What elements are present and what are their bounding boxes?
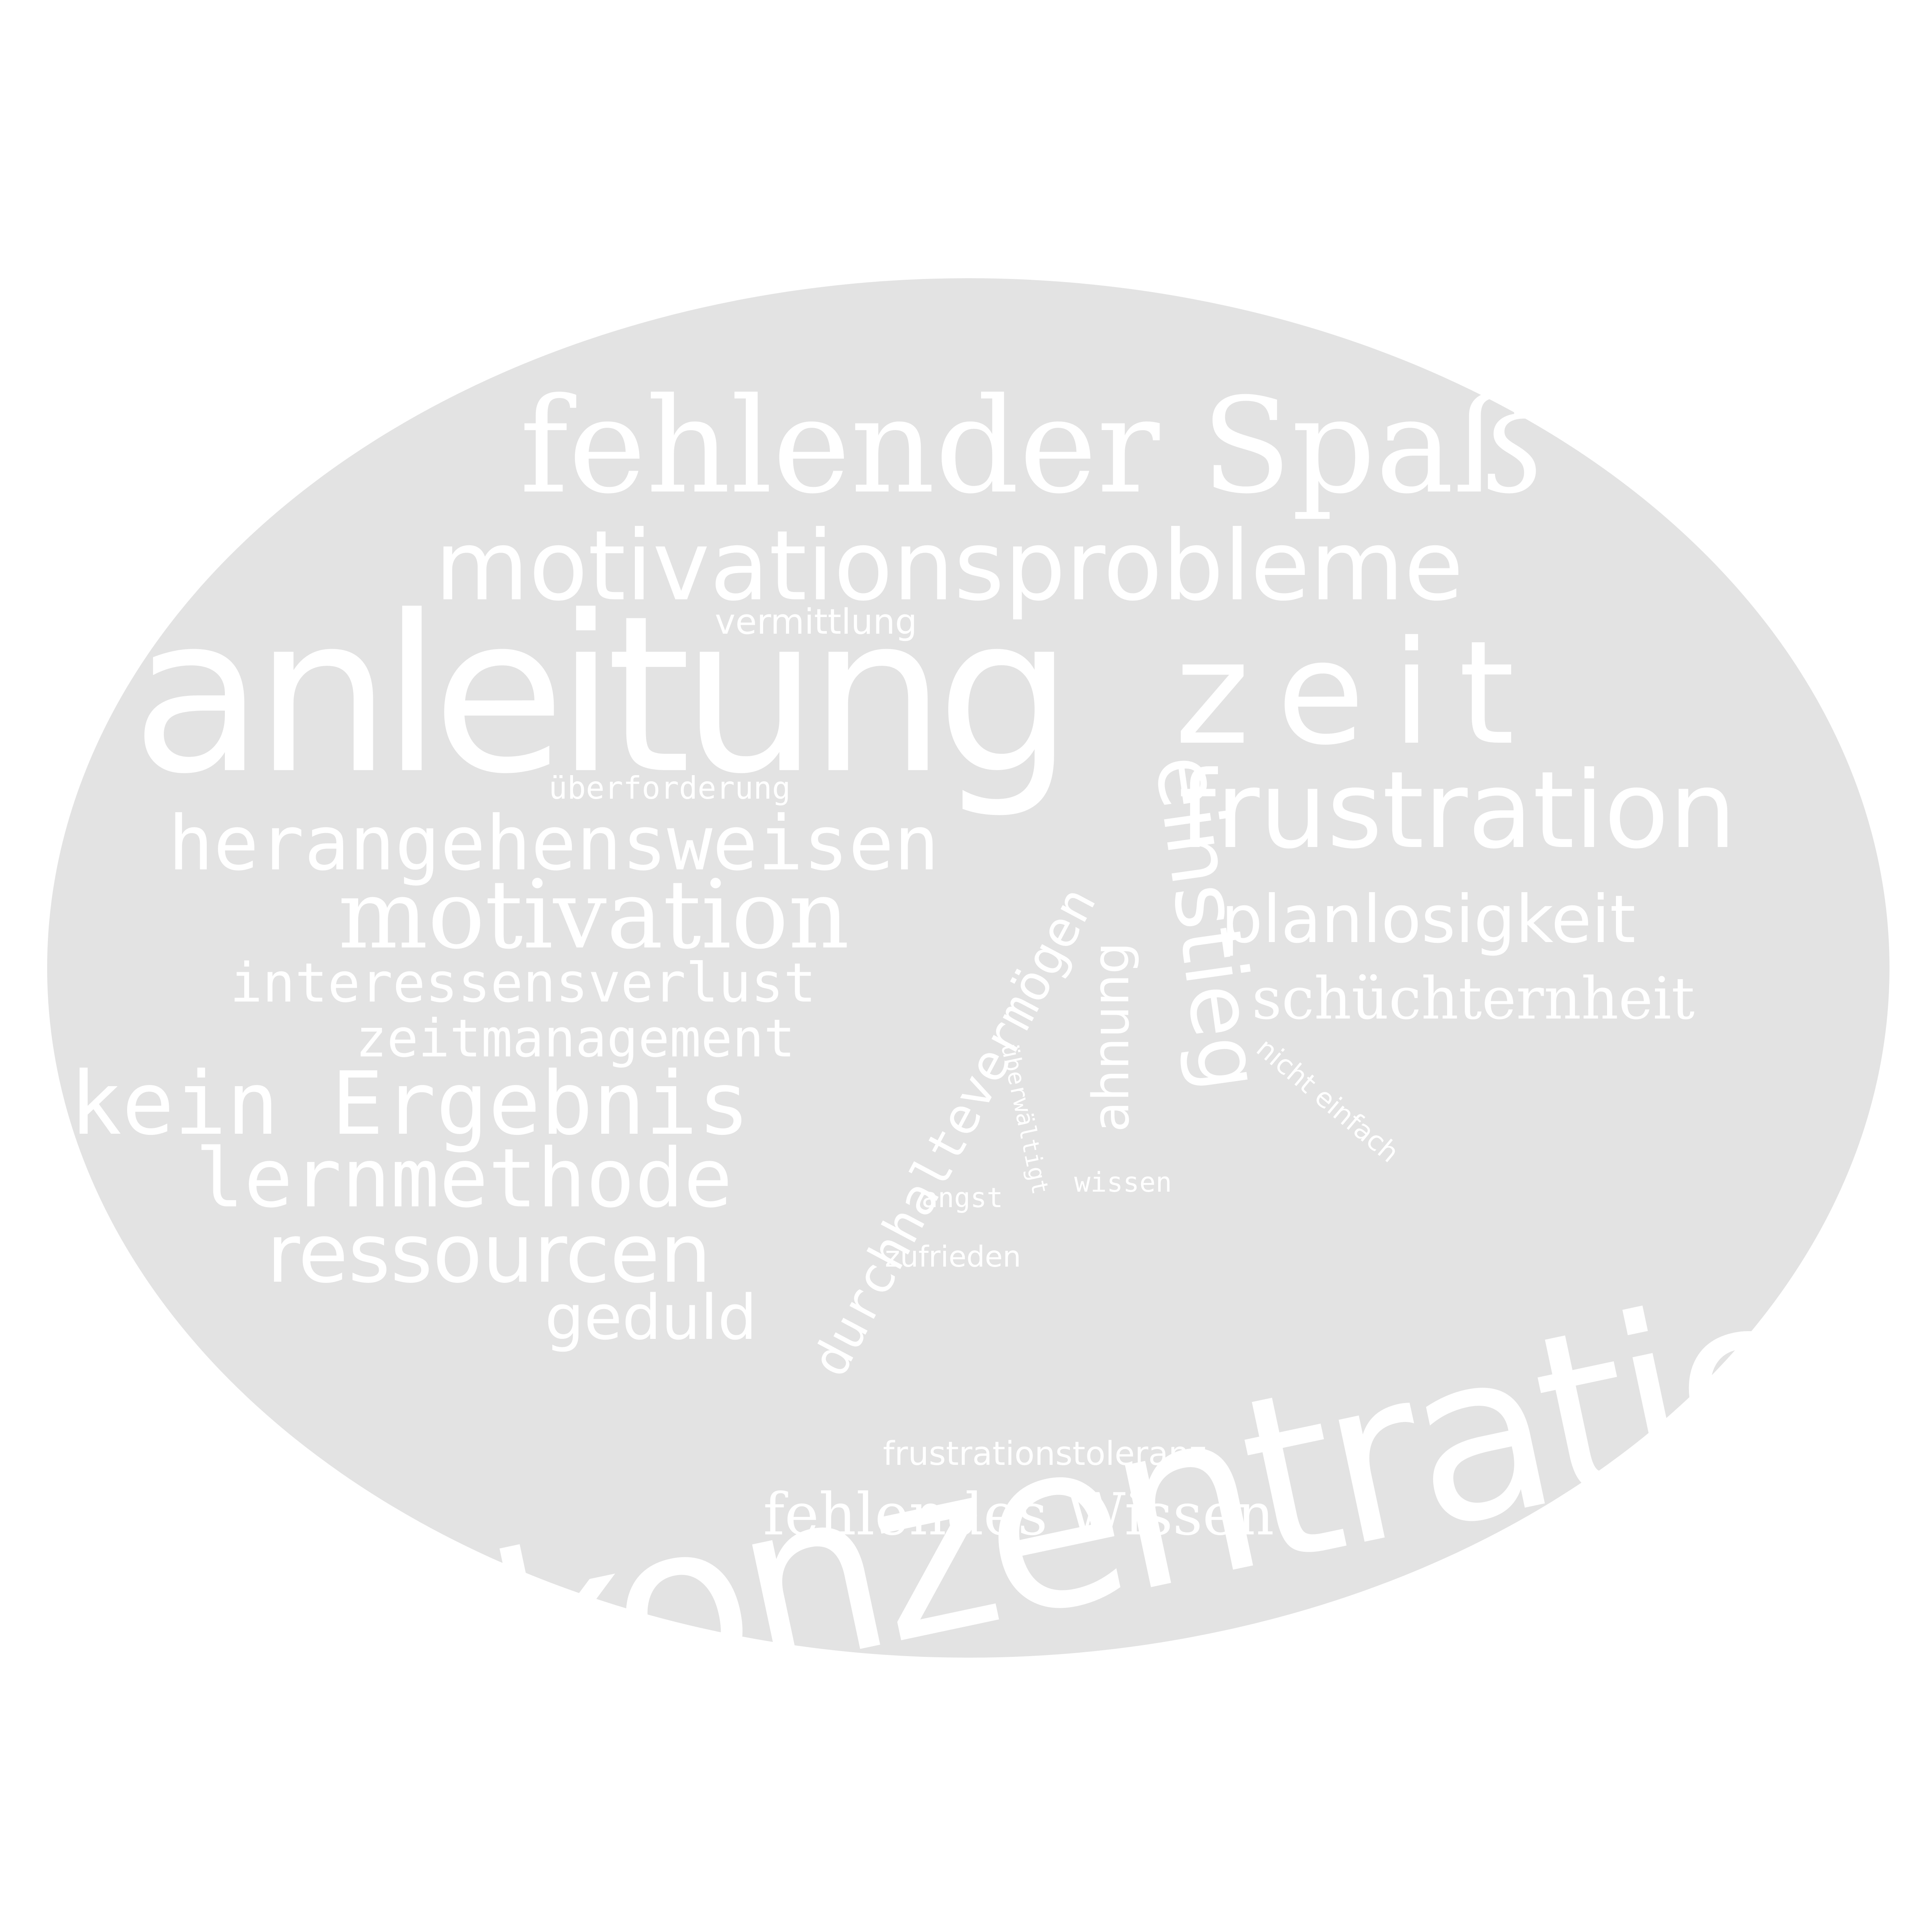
- word-zeit: zeit: [1175, 611, 1542, 777]
- word-frustrationstoleranz: frustrationstoleranz: [883, 1435, 1207, 1473]
- word-ahnung: ahnung: [1082, 942, 1140, 1132]
- word-frustration: frustration: [1179, 748, 1736, 872]
- word-planlosigkeit: planlosigkeit: [1221, 881, 1636, 958]
- word-interessensverlust: interessensverlust: [230, 952, 816, 1015]
- word-fehlendes-wissen: fehlendes Wissen: [763, 1481, 1274, 1548]
- word-wissen: wissen: [1074, 1167, 1172, 1198]
- word-cloud: fehlender Spaß motivationsprobleme vermi…: [0, 0, 1932, 1932]
- word-fehlender-spass: fehlender Spaß: [520, 370, 1542, 523]
- word-zufrieden: zufrieden: [885, 1240, 1021, 1274]
- word-motivation: motivation: [338, 860, 850, 970]
- word-ueberforderung: überforderung: [549, 770, 791, 806]
- word-angst: angst: [922, 1182, 1003, 1214]
- word-geduld: geduld: [545, 1281, 757, 1354]
- word-schuechternheit: schüchternheit: [1252, 965, 1695, 1032]
